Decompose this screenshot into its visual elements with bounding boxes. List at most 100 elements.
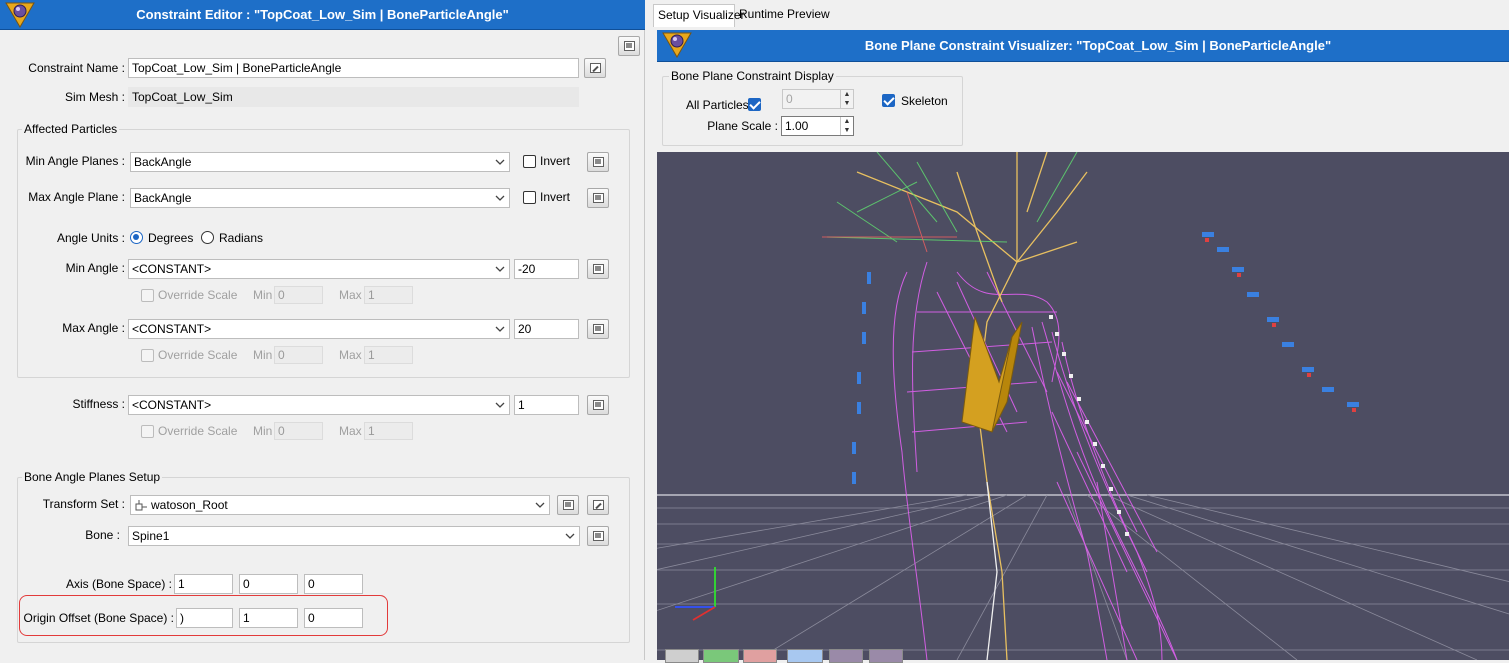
app-logo-icon: [662, 32, 692, 58]
origin-z-input[interactable]: 0: [304, 608, 363, 628]
radians-radio[interactable]: [201, 231, 214, 244]
max-angle-select[interactable]: <CONSTANT>: [128, 319, 510, 339]
spinner-arrows[interactable]: ▲ ▼: [840, 90, 853, 108]
axis-x-input[interactable]: 1: [174, 574, 233, 594]
min-invert-checkbox[interactable]: [523, 155, 536, 168]
origin-x-input[interactable]: ): [176, 608, 233, 628]
bone-select[interactable]: Spine1: [128, 526, 580, 546]
visualizer-panel: Setup Visualizer Runtime Preview Bone Pl…: [653, 0, 1509, 663]
stiffness-scale-max-label: Max: [339, 424, 362, 438]
chevron-down-icon: [495, 266, 505, 272]
min-override-scale-checkbox[interactable]: [141, 289, 154, 302]
edit-name-button[interactable]: [584, 58, 606, 78]
bone-plane: [961, 316, 1023, 433]
min-scale-max-input[interactable]: 1: [364, 286, 413, 304]
min-angle-select[interactable]: <CONSTANT>: [128, 259, 510, 279]
min-planes-detail-button[interactable]: [587, 152, 609, 172]
max-angle-detail-button[interactable]: [587, 319, 609, 339]
pick-transform-button[interactable]: [557, 495, 579, 515]
toolbar-button-3[interactable]: [743, 649, 777, 663]
constraint-name-label: Constraint Name :: [28, 61, 125, 75]
degrees-label: Degrees: [148, 231, 194, 245]
max-override-scale-label: Override Scale: [158, 348, 238, 362]
toolbar-button-2[interactable]: [703, 649, 739, 663]
constraint-editor-titlebar: Constraint Editor : "TopCoat_Low_Sim | B…: [0, 0, 645, 30]
axis-label: Axis (Bone Space) :: [65, 577, 172, 591]
chevron-down-icon: [495, 159, 505, 165]
stiffness-scale-max-input[interactable]: 1: [364, 422, 413, 440]
all-particles-value: 0: [786, 92, 793, 106]
min-angle-planes-value: BackAngle: [134, 155, 192, 169]
stiffness-input[interactable]: 1: [514, 395, 579, 415]
max-angle-label: Max Angle :: [62, 321, 125, 335]
particle-dots: [1049, 315, 1129, 536]
3d-viewport[interactable]: [657, 152, 1509, 660]
toolbar-button-5[interactable]: [829, 649, 863, 663]
app-logo-icon: [5, 2, 35, 28]
chevron-down-icon: [495, 195, 505, 201]
transform-set-select[interactable]: watoson_Root: [130, 495, 550, 515]
transform-set-label: Transform Set :: [42, 497, 125, 511]
min-scale-min-input[interactable]: 0: [274, 286, 323, 304]
constraint-name-input[interactable]: TopCoat_Low_Sim | BoneParticleAngle: [128, 58, 579, 78]
all-particles-label: All Particles: [686, 98, 749, 112]
stiffness-scale-min-input[interactable]: 0: [274, 422, 323, 440]
transform-set-value: watoson_Root: [151, 498, 228, 512]
skeleton-extras: [826, 152, 1078, 243]
stiffness-source: <CONSTANT>: [132, 398, 212, 412]
affected-particles-title: Affected Particles: [22, 122, 120, 136]
axis-y-input[interactable]: 0: [239, 574, 298, 594]
stiffness-override-scale-label: Override Scale: [158, 424, 238, 438]
constraint-editor-panel: Constraint Editor : "TopCoat_Low_Sim | B…: [0, 0, 645, 660]
max-scale-max-label: Max: [339, 348, 362, 362]
all-particles-spinner[interactable]: 0 ▲ ▼: [782, 89, 854, 109]
max-plane-detail-button[interactable]: [587, 188, 609, 208]
toolbar-button-1[interactable]: [665, 649, 699, 663]
plane-markers-right: [1202, 232, 1359, 407]
bone-label: Bone :: [85, 528, 120, 542]
ground-grid: [657, 494, 1509, 660]
stiffness-detail-button[interactable]: [587, 395, 609, 415]
cloth-mesh: [892, 261, 1178, 660]
all-particles-checkbox[interactable]: [748, 98, 761, 111]
min-override-scale-label: Override Scale: [158, 288, 238, 302]
tab-setup-visualizer[interactable]: Setup Visualizer: [653, 4, 745, 27]
toolbar-button-6[interactable]: [869, 649, 903, 663]
spinner-arrows[interactable]: ▲ ▼: [840, 117, 853, 135]
skeleton-checkbox[interactable]: [882, 94, 895, 107]
plane-scale-spinner[interactable]: 1.00 ▲ ▼: [781, 116, 854, 136]
tab-runtime-preview[interactable]: Runtime Preview: [735, 4, 830, 27]
bone-detail-button[interactable]: [587, 526, 609, 546]
plane-scale-label: Plane Scale :: [707, 119, 778, 133]
plane-markers-red: [1205, 238, 1356, 412]
max-angle-input[interactable]: 20: [514, 319, 579, 339]
visualizer-title: Bone Plane Constraint Visualizer: "TopCo…: [864, 38, 1332, 53]
min-angle-planes-select[interactable]: BackAngle: [130, 152, 510, 172]
max-invert-checkbox[interactable]: [523, 191, 536, 204]
stiffness-override-scale-checkbox[interactable]: [141, 425, 154, 438]
max-override-scale-checkbox[interactable]: [141, 349, 154, 362]
max-angle-plane-label: Max Angle Plane :: [28, 190, 125, 204]
bone-setup-title: Bone Angle Planes Setup: [22, 470, 163, 484]
detach-window-button[interactable]: [618, 36, 640, 56]
origin-y-input[interactable]: 1: [239, 608, 298, 628]
stiffness-select[interactable]: <CONSTANT>: [128, 395, 510, 415]
max-scale-min-input[interactable]: 0: [274, 346, 323, 364]
chevron-down-icon: [535, 502, 545, 508]
edit-transform-button[interactable]: [587, 495, 609, 515]
axis-z-input[interactable]: 0: [304, 574, 363, 594]
max-scale-max-input[interactable]: 1: [364, 346, 413, 364]
min-angle-source: <CONSTANT>: [132, 262, 212, 276]
min-angle-planes-label: Min Angle Planes :: [25, 154, 125, 168]
min-scale-min-label: Min: [253, 288, 273, 302]
min-angle-label: Min Angle :: [65, 261, 125, 275]
degrees-radio[interactable]: [130, 231, 143, 244]
constraint-editor-title: Constraint Editor : "TopCoat_Low_Sim | B…: [136, 7, 509, 22]
min-angle-input[interactable]: -20: [514, 259, 579, 279]
toolbar-button-4[interactable]: [787, 649, 823, 663]
max-angle-plane-select[interactable]: BackAngle: [130, 188, 510, 208]
stiffness-scale-min-label: Min: [253, 424, 273, 438]
chevron-down-icon: [565, 533, 575, 539]
min-angle-detail-button[interactable]: [587, 259, 609, 279]
sim-mesh-label: Sim Mesh :: [64, 90, 125, 104]
